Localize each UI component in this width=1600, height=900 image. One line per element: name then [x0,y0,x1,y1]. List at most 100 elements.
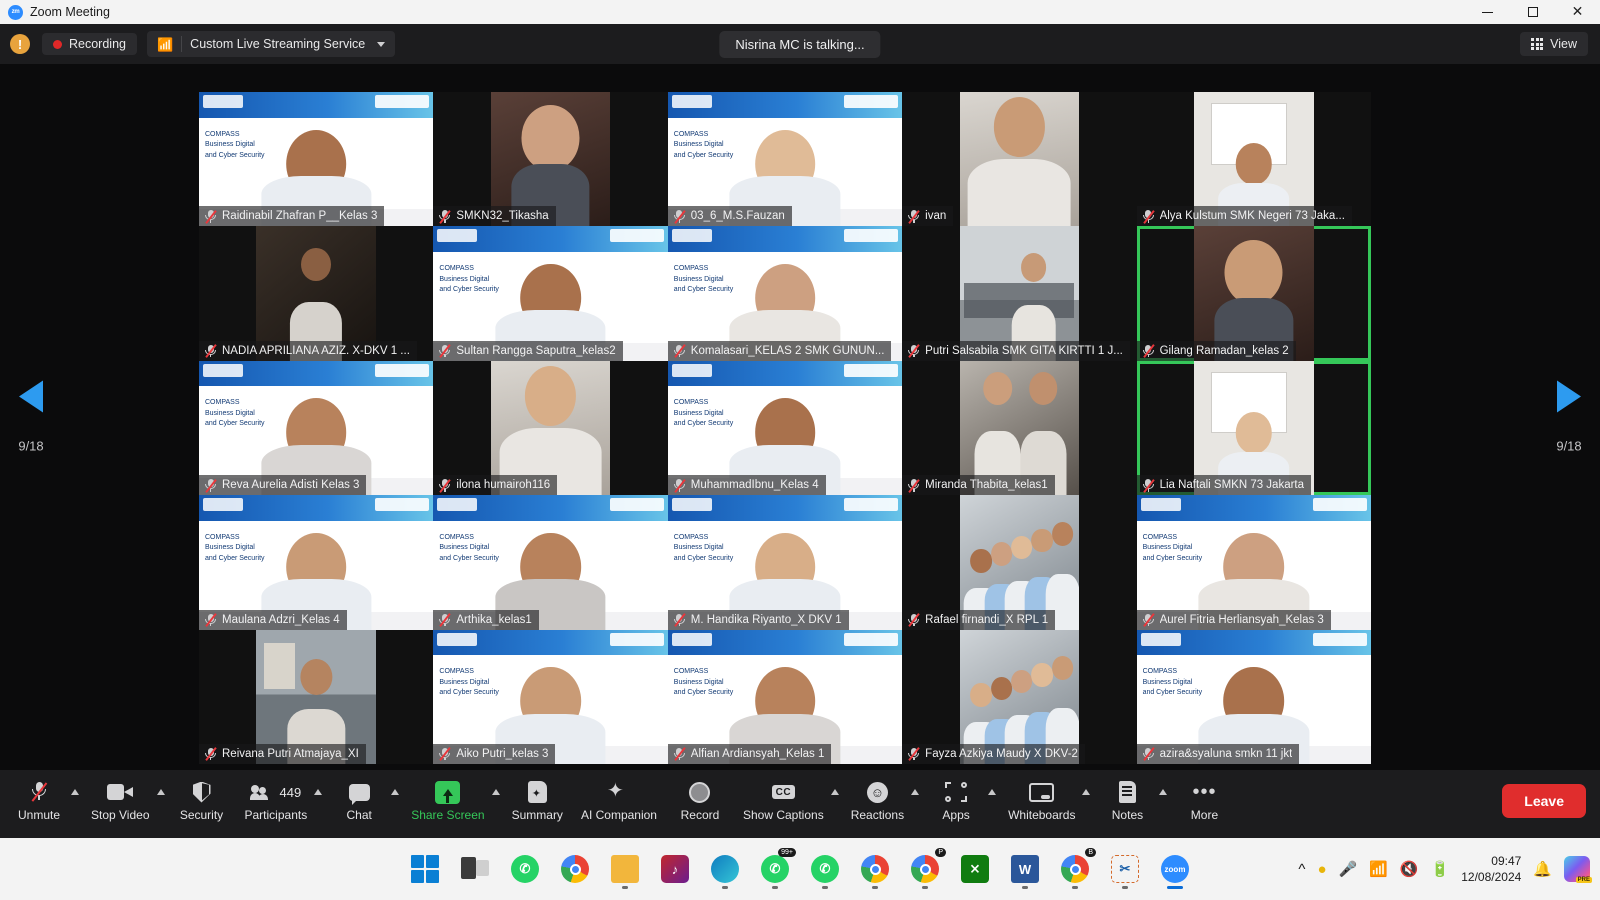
toolbar-unmute-button[interactable]: Unmute [8,775,70,822]
participant-tile[interactable]: Rafael firnandi_X RPL 1 [902,495,1137,630]
xbox-icon: ⨯ [961,855,989,883]
participant-tile[interactable]: SMKN32_Tikasha [433,92,668,227]
participant-tile[interactable]: COMPASS Business Digital and Cyber Securit… [667,92,903,227]
chrome-profile[interactable] [853,847,897,891]
participant-tile[interactable]: Miranda Thabita_kelas1 [902,360,1137,496]
show-hidden-icons-button[interactable]: ^ [1298,862,1305,877]
task-view-button[interactable] [453,847,497,891]
toolbar-notes-options-chevron-icon[interactable] [1159,789,1168,795]
participant-tile[interactable]: ilona humairoh116 [433,360,668,496]
toolbar-record-button[interactable]: Record [669,775,731,822]
participant-tile[interactable]: COMPASS Business Digital and Cyber Securit… [433,226,668,361]
file-explorer[interactable] [603,847,647,891]
toolbar-stop-video-options-chevron-icon[interactable] [156,789,165,795]
participant-tile[interactable]: Reivana Putri Atmajaya_XI [199,629,434,764]
toolbar-apps-button[interactable]: Apps [925,775,987,822]
microphone-muted-icon [673,747,686,762]
toolbar-summary-button[interactable]: ✦ Summary [506,775,569,822]
toolbar-icon: ••• [1192,779,1216,805]
people-icon [249,784,275,800]
toolbar-ai-companion-button[interactable]: ✦ AI Companion [575,775,663,823]
taskbar-app-buttons: ✆ ♪ ✆ 99+ ✆ P ⨯ W B ✂ zoom [403,847,1197,891]
participant-tile[interactable]: COMPASS Business Digital and Cyber Securit… [199,92,434,227]
start-button[interactable] [403,847,447,891]
toolbar-participants-options-chevron-icon[interactable] [314,789,323,795]
toolbar-share-screen-button[interactable]: Share Screen [405,775,490,822]
xbox[interactable]: ⨯ [953,847,997,891]
toolbar-stop-video-button[interactable]: Stop Video [85,775,156,822]
microphone-icon[interactable]: 🎤 [1339,862,1358,877]
chrome-icon [1061,855,1089,883]
slide-logo-right [609,229,664,243]
participant-name-bar: SMKN32_Tikasha [433,206,556,227]
slide-logo-left [671,229,712,243]
whatsapp-2[interactable]: ✆ [803,847,847,891]
clock-button[interactable]: 09:47 12/08/2024 [1461,853,1521,885]
participant-tile[interactable]: COMPASS Business Digital and Cyber Securit… [667,226,903,361]
word[interactable]: W [1003,847,1047,891]
toolbar-reactions-button[interactable]: ☺ Reactions [845,775,910,822]
copilot-icon[interactable]: PRE [1564,856,1592,883]
toolbar-chat-options-chevron-icon[interactable] [391,789,400,795]
word-icon: W [1011,855,1039,883]
participant-video [959,92,1080,227]
participant-name: Komalasari_KELAS 2 SMK GUNUN... [690,344,885,357]
participant-tile[interactable]: COMPASS Business Digital and Cyber Securit… [667,360,903,496]
app-pink[interactable]: ♪ [653,847,697,891]
participant-tile[interactable]: COMPASS Business Digital and Cyber Securit… [199,360,434,496]
toolbar-show-captions-button[interactable]: CC Show Captions [737,775,830,822]
close-button[interactable]: ✕ [1555,0,1600,24]
zoom-app[interactable]: zoom [1153,847,1197,891]
recording-indicator[interactable]: Recording [42,33,137,55]
toolbar-chat-button[interactable]: Chat [328,775,390,822]
maximize-button[interactable] [1510,0,1555,24]
previous-page-button[interactable]: 9/18 [0,380,62,454]
participant-tile[interactable]: Putri Salsabila SMK GITA KIRTTI 1 J... [902,226,1137,361]
toolbar-item-wrapper: Unmute [8,775,85,822]
leave-button[interactable]: Leave [1502,784,1586,818]
chevron-down-icon[interactable] [377,41,386,47]
toolbar-share-screen-options-chevron-icon[interactable] [491,789,500,795]
live-streaming-control[interactable]: 📶 Custom Live Streaming Service [146,31,396,57]
onedrive-sync-icon[interactable]: ● [1317,862,1326,877]
participant-tile[interactable]: Alya Kulstum SMK Negeri 73 Jaka... [1136,92,1371,227]
participant-tile[interactable]: COMPASS Business Digital and Cyber Securit… [1136,629,1371,764]
participant-tile[interactable]: COMPASS Business Digital and Cyber Securit… [667,629,903,764]
chrome-profile-b[interactable]: B [1053,847,1097,891]
volume-muted-icon[interactable]: 🔇 [1400,862,1419,877]
wifi-icon[interactable]: 📶 [1369,862,1388,877]
chrome-profile-p[interactable]: P [903,847,947,891]
toolbar-whiteboards-options-chevron-icon[interactable] [1082,789,1091,795]
view-button[interactable]: View [1520,32,1588,56]
security-warning-icon[interactable]: ! [10,34,30,54]
bell-icon[interactable]: 🔔 [1533,862,1552,877]
participant-tile[interactable]: Lia Naftali SMKN 73 Jakarta [1136,360,1371,496]
minimize-button[interactable] [1465,0,1510,24]
toolbar-more-button[interactable]: ••• More [1173,775,1235,822]
slide-logo-right [1312,498,1367,512]
participant-tile[interactable]: COMPASS Business Digital and Cyber Securit… [433,495,668,630]
next-page-button[interactable]: 9/18 [1538,380,1600,454]
whatsapp-badge[interactable]: ✆ 99+ [753,847,797,891]
toolbar-show-captions-options-chevron-icon[interactable] [830,789,839,795]
toolbar-apps-options-chevron-icon[interactable] [988,789,997,795]
participant-tile[interactable]: COMPASS Business Digital and Cyber Securit… [667,495,903,630]
toolbar-unmute-options-chevron-icon[interactable] [71,789,79,795]
toolbar-security-button[interactable]: Security [171,775,233,822]
toolbar-notes-button[interactable]: Notes [1096,775,1158,822]
participant-tile[interactable]: COMPASS Business Digital and Cyber Securit… [1136,495,1371,630]
participant-tile[interactable]: COMPASS Business Digital and Cyber Securit… [199,495,434,630]
snipping-tool[interactable]: ✂ [1103,847,1147,891]
toolbar-whiteboards-button[interactable]: Whiteboards [1002,775,1081,822]
toolbar-reactions-options-chevron-icon[interactable] [911,789,920,795]
chrome-1[interactable] [553,847,597,891]
participant-tile[interactable]: Gilang Ramadan_kelas 2 [1136,226,1371,361]
toolbar-participants-button[interactable]: 449 Participants [239,775,314,823]
participant-tile[interactable]: ivan [902,92,1137,227]
edge[interactable] [703,847,747,891]
participant-tile[interactable]: COMPASS Business Digital and Cyber Securit… [433,629,668,764]
participant-tile[interactable]: Fayza Azkiya Maudy X DKV-2 [902,629,1137,764]
battery-charging-icon[interactable]: 🔋 [1431,862,1450,877]
participant-tile[interactable]: NADIA APRILIANA AZIZ. X-DKV 1 ... [199,226,434,361]
whatsapp-pinned[interactable]: ✆ [503,847,547,891]
